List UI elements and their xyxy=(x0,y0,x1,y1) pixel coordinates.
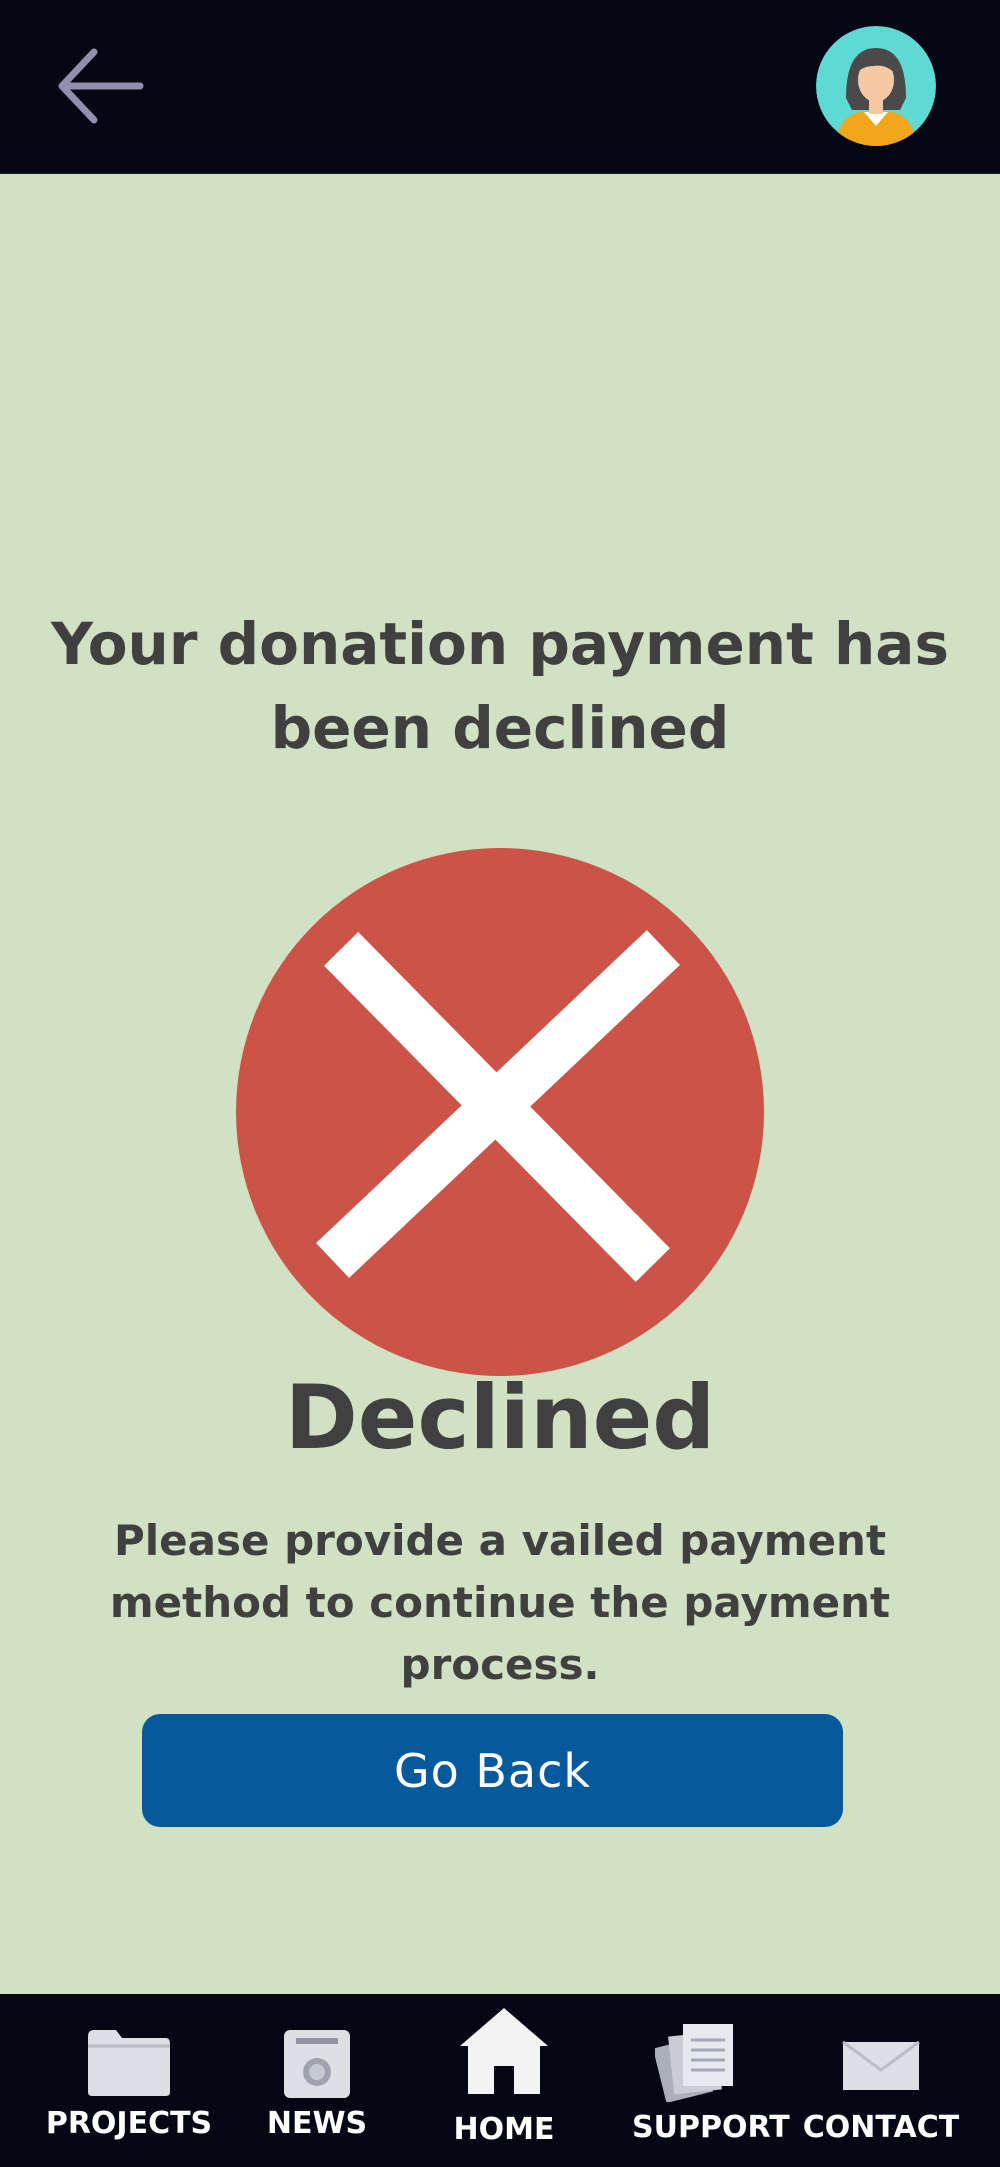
folder-icon xyxy=(88,2030,170,2096)
user-avatar-icon xyxy=(816,26,936,146)
nav-label-projects: PROJECTS xyxy=(45,2106,213,2141)
declined-x-icon xyxy=(236,848,764,1376)
nav-item-news[interactable]: NEWS xyxy=(258,1994,376,2167)
documents-icon xyxy=(655,2024,733,2102)
nav-label-home: HOME xyxy=(453,2112,555,2147)
app-header xyxy=(0,0,1000,174)
page-title: Your donation payment has been declined xyxy=(51,610,949,762)
newspaper-icon xyxy=(284,2030,350,2098)
go-back-button[interactable]: Go Back xyxy=(142,1714,843,1827)
nav-item-contact[interactable]: CONTACT xyxy=(762,1994,1000,2167)
nav-item-projects[interactable]: PROJECTS xyxy=(0,1994,258,2167)
nav-label-support: SUPPORT xyxy=(632,2110,790,2145)
nav-label-news: NEWS xyxy=(266,2106,368,2141)
nav-label-contact: CONTACT xyxy=(802,2110,960,2145)
declined-status-icon xyxy=(236,848,764,1376)
envelope-icon xyxy=(842,2040,920,2090)
status-message: Please provide a vailed payment method t… xyxy=(109,1516,891,1689)
user-avatar[interactable] xyxy=(816,26,936,146)
back-button[interactable] xyxy=(56,44,148,128)
home-icon xyxy=(460,2008,548,2094)
nav-item-support[interactable]: SUPPORT xyxy=(632,1994,790,2167)
arrow-left-icon xyxy=(58,48,144,124)
bottom-navbar: PROJECTS NEWS HOME SUPPORT CONTACT xyxy=(0,1994,1000,2167)
nav-item-home[interactable]: HOME xyxy=(376,1994,632,2167)
status-heading: Declined xyxy=(284,1366,716,1469)
